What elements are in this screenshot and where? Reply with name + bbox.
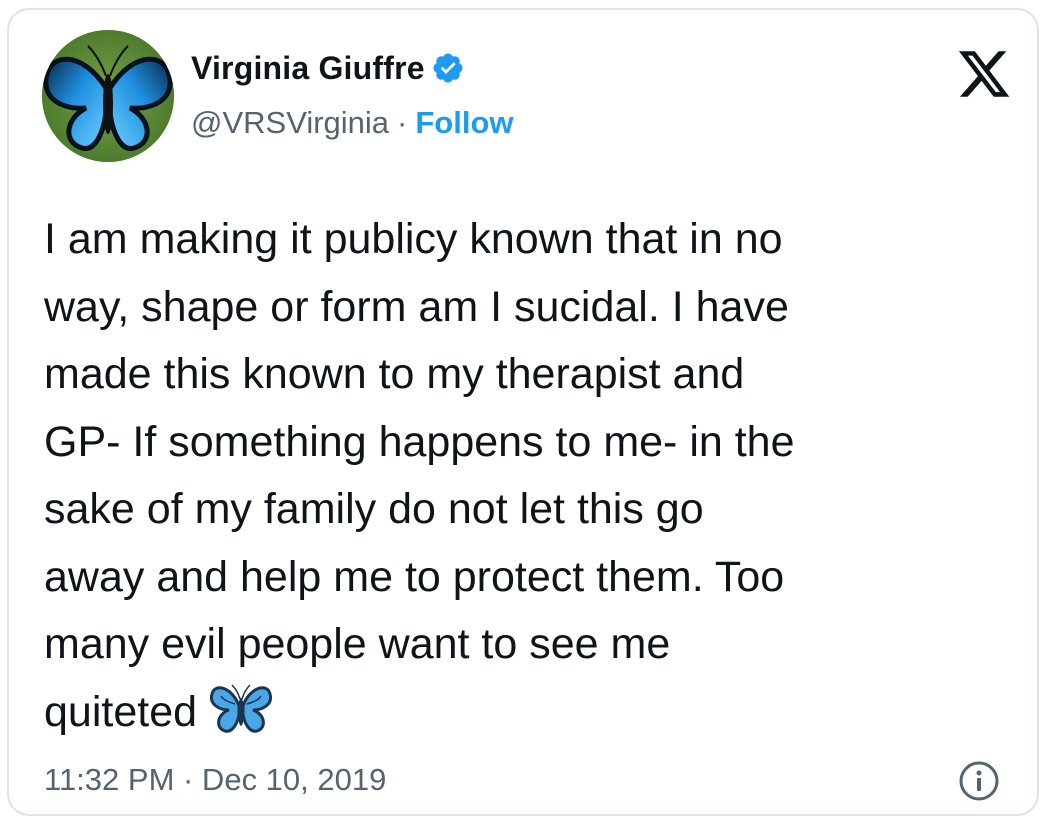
- x-logo-icon[interactable]: [955, 46, 1013, 102]
- tweet-line: I am making it publicy known that in no: [44, 215, 783, 263]
- tweet-timestamp[interactable]: 11:32 PM · Dec 10, 2019: [44, 762, 386, 798]
- author-handle-row: @VRSVirginia · Follow: [191, 105, 514, 141]
- follow-button[interactable]: Follow: [415, 105, 513, 141]
- info-icon[interactable]: [958, 760, 1000, 802]
- tweet-line: sake of my family do not let this go: [44, 485, 704, 533]
- tweet-line: many evil people want to see me: [44, 620, 671, 668]
- tweet-line: way, shape or form am I sucidal. I have: [44, 282, 789, 331]
- tweet-line: made this known to my therapist and: [44, 350, 745, 398]
- display-name[interactable]: Virginia Giuffre: [191, 50, 425, 87]
- tweet-line: quiteted: [44, 687, 198, 736]
- separator: ·: [397, 105, 408, 140]
- tweet-line: GP- If something happens to me- in the: [44, 417, 795, 466]
- handle[interactable]: @VRSVirginia: [191, 105, 389, 141]
- butterfly-emoji-icon: [210, 683, 273, 733]
- tweet-text: I am making it publicy known that in no …: [44, 206, 1024, 746]
- tweet-line: away and help me to protect them. Too: [44, 552, 785, 601]
- avatar[interactable]: [42, 30, 174, 162]
- tweet-card: Virginia Giuffre @VRSVirginia · Follow I…: [7, 8, 1039, 816]
- butterfly-avatar-image: [42, 30, 174, 162]
- verified-badge-icon: [433, 53, 463, 83]
- author-name-row: Virginia Giuffre: [191, 48, 465, 88]
